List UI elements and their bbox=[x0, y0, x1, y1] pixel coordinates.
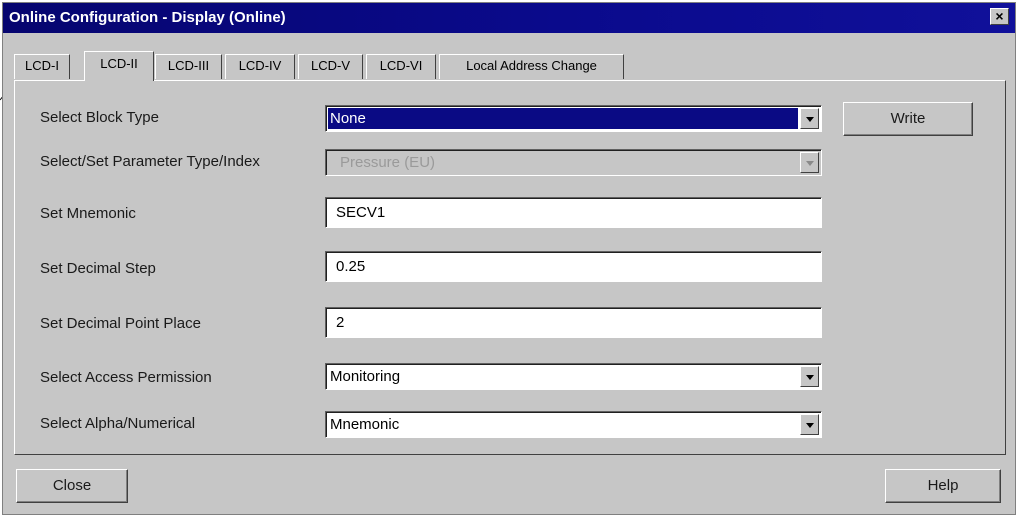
lcd-ii-panel: Select Block Type None Select/Set Parame… bbox=[14, 80, 1006, 455]
chevron-down-icon bbox=[806, 423, 814, 428]
tab-local-address-change[interactable]: Local Address Change bbox=[439, 54, 624, 79]
tab-lcd-ii[interactable]: LCD-II bbox=[84, 51, 154, 81]
decimal-point-value: 2 bbox=[336, 314, 345, 331]
window-title: Online Configuration - Display (Online) bbox=[9, 9, 286, 26]
tab-lcd-vi[interactable]: LCD-VI bbox=[366, 54, 436, 79]
decimal-point-label: Set Decimal Point Place bbox=[40, 315, 201, 332]
tab-lcd-iv[interactable]: LCD-IV bbox=[225, 54, 295, 79]
mnemonic-field[interactable]: SECV1 bbox=[325, 197, 822, 228]
title-bar[interactable]: Online Configuration - Display (Online) … bbox=[3, 3, 1015, 33]
alpha-numerical-dropdown-button[interactable] bbox=[800, 414, 819, 435]
alpha-numerical-select[interactable]: Mnemonic bbox=[325, 411, 822, 438]
chevron-down-icon bbox=[806, 117, 814, 122]
help-button[interactable]: Help bbox=[885, 469, 1001, 503]
mnemonic-label: Set Mnemonic bbox=[40, 205, 136, 222]
close-button[interactable]: Close bbox=[16, 469, 128, 503]
param-type-label: Select/Set Parameter Type/Index bbox=[40, 153, 260, 170]
access-permission-dropdown-button[interactable] bbox=[800, 366, 819, 387]
block-type-value: None bbox=[330, 110, 366, 127]
tab-lcd-i[interactable]: LCD-I bbox=[14, 54, 70, 79]
param-type-dropdown-button bbox=[800, 152, 819, 173]
decimal-step-field[interactable]: 0.25 bbox=[325, 251, 822, 282]
block-type-label: Select Block Type bbox=[40, 109, 159, 126]
param-type-select: Pressure (EU) bbox=[325, 149, 822, 176]
close-window-button[interactable]: × bbox=[990, 8, 1009, 25]
block-type-selection-highlight: None bbox=[328, 108, 798, 129]
mnemonic-value: SECV1 bbox=[336, 204, 386, 221]
decimal-point-field[interactable]: 2 bbox=[325, 307, 822, 338]
access-permission-value: Monitoring bbox=[330, 368, 401, 385]
alpha-numerical-value: Mnemonic bbox=[330, 416, 400, 433]
param-type-value: Pressure (EU) bbox=[340, 154, 436, 171]
write-button[interactable]: Write bbox=[843, 102, 973, 136]
alpha-numerical-label: Select Alpha/Numerical bbox=[40, 415, 196, 432]
decimal-step-value: 0.25 bbox=[336, 258, 366, 275]
block-type-select[interactable]: None bbox=[325, 105, 822, 132]
chevron-down-icon bbox=[806, 375, 814, 380]
chevron-down-icon bbox=[806, 161, 814, 166]
decimal-step-label: Set Decimal Step bbox=[40, 260, 156, 277]
tab-lcd-iii[interactable]: LCD-III bbox=[155, 54, 222, 79]
access-permission-label: Select Access Permission bbox=[40, 369, 212, 386]
block-type-dropdown-button[interactable] bbox=[800, 108, 819, 129]
access-permission-select[interactable]: Monitoring bbox=[325, 363, 822, 390]
tab-lcd-v[interactable]: LCD-V bbox=[298, 54, 363, 79]
